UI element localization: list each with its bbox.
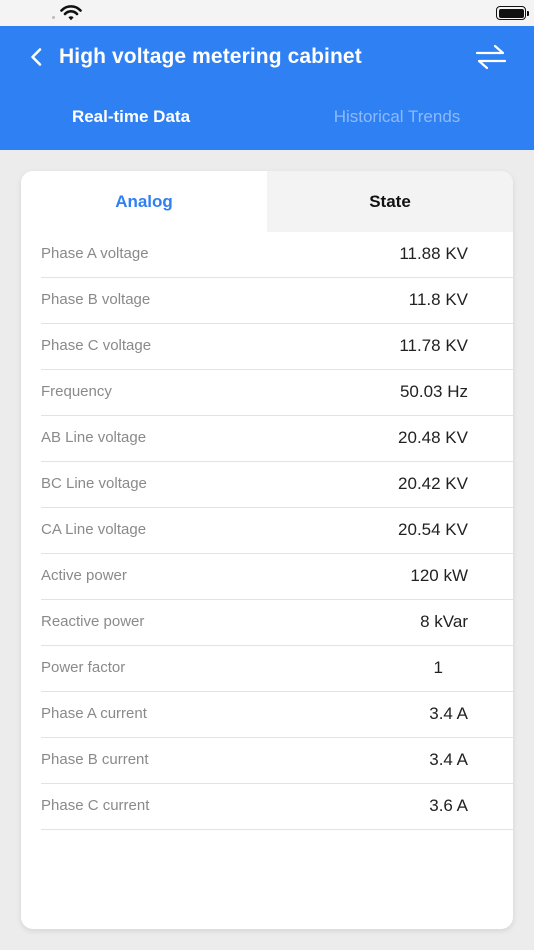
row-label: Phase A current (41, 705, 147, 722)
list-item: Phase A voltage 11.88 KV (41, 232, 513, 278)
list-item: AB Line voltage 20.48 KV (41, 416, 513, 462)
row-label: Power factor (41, 659, 126, 676)
swap-arrows-icon[interactable] (474, 41, 508, 73)
row-value: 11.78 KV (399, 336, 468, 355)
row-value: 50.03 Hz (399, 382, 468, 401)
segment-analog[interactable]: Analog (21, 171, 267, 232)
row-label: Phase C current (41, 797, 150, 814)
row-label: AB Line voltage (41, 429, 147, 446)
row-value: 3.4 A (429, 704, 468, 723)
row-value: 1 (433, 658, 443, 677)
list-item: Phase B voltage 11.8 KV (41, 278, 513, 324)
row-label: Phase C voltage (41, 337, 152, 354)
measurement-list: Phase A voltage 11.88 KV Phase B voltage 1… (21, 232, 513, 830)
segment-state[interactable]: State (267, 171, 513, 232)
row-label: CA Line voltage (41, 521, 147, 538)
battery-icon (496, 6, 529, 20)
list-item: Phase A current 3.4 A (41, 692, 513, 738)
tab-real-time-data[interactable]: Real-time Data (40, 104, 222, 130)
row-label: BC Line voltage (41, 475, 147, 492)
row-label: Phase A voltage (41, 245, 149, 262)
list-item: Reactive power 8 kVar (41, 600, 513, 646)
app-header: High voltage metering cabinet Real-time … (0, 26, 534, 150)
chevron-left-icon[interactable] (26, 46, 48, 68)
status-bar (0, 0, 534, 26)
list-item: Phase C current 3.6 A (41, 784, 513, 830)
row-value: 8 kVar (420, 612, 468, 631)
list-item: Phase C voltage 11.78 KV (41, 324, 513, 370)
row-value: 20.54 KV (398, 520, 468, 539)
data-card: Analog State Phase A voltage 11.88 KV Pha… (21, 171, 513, 929)
list-item: Phase B current 3.4 A (41, 738, 513, 784)
list-item: Power factor 1 (41, 646, 513, 692)
page-title: High voltage metering cabinet (59, 45, 362, 68)
row-label: Active power (41, 567, 127, 584)
row-label: Reactive power (41, 613, 145, 630)
row-value: 120 kW (410, 566, 468, 585)
wifi-icon (60, 5, 82, 21)
row-value: 3.4 A (429, 750, 468, 769)
row-label: Phase B voltage (41, 291, 151, 308)
tab-historical-trends[interactable]: Historical Trends (306, 104, 488, 130)
row-value: 20.48 KV (398, 428, 468, 447)
row-value: 20.42 KV (398, 474, 468, 493)
row-value: 3.6 A (429, 796, 468, 815)
row-value: 11.88 KV (399, 244, 468, 263)
list-item: BC Line voltage 20.42 KV (41, 462, 513, 508)
row-label: Frequency (41, 383, 112, 400)
status-dot (52, 16, 55, 19)
row-value: 11.8 KV (408, 290, 468, 309)
list-item: Frequency 50.03 Hz (41, 370, 513, 416)
row-label: Phase B current (41, 751, 149, 768)
list-item: CA Line voltage 20.54 KV (41, 508, 513, 554)
list-item: Active power 120 kW (41, 554, 513, 600)
